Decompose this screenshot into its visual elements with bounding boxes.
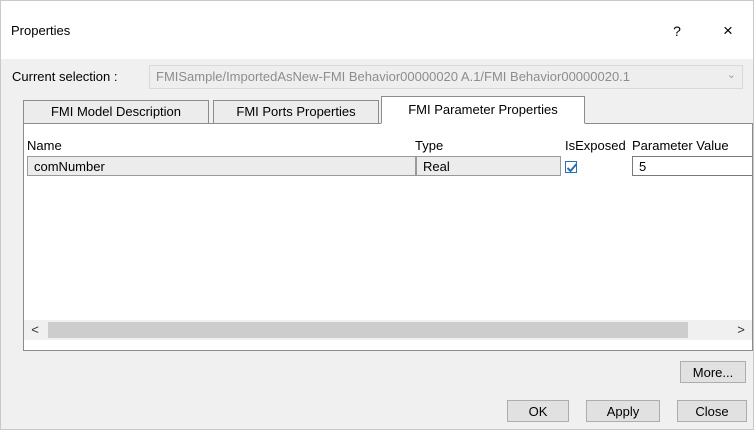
close-window-button[interactable]: × — [713, 19, 743, 43]
more-button[interactable]: More... — [680, 361, 746, 383]
tab-label: FMI Model Description — [50, 104, 182, 119]
properties-dialog: Properties ? × Current selection : FMISa… — [0, 0, 754, 430]
tab-fmi-model-description[interactable]: FMI Model Description — [23, 100, 209, 124]
horizontal-scrollbar[interactable]: < > — [24, 320, 752, 340]
parameter-table-panel: Name Type IsExposed Parameter Value comN… — [23, 123, 753, 351]
is-exposed-checkbox[interactable] — [565, 161, 578, 173]
apply-button[interactable]: Apply — [586, 400, 660, 422]
current-selection-value: FMISample/ImportedAsNew-FMI Behavior0000… — [156, 69, 631, 84]
tab-label: FMI Ports Properties — [236, 104, 356, 119]
ok-button[interactable]: OK — [507, 400, 569, 422]
scroll-right-icon[interactable]: > — [730, 320, 752, 340]
scrollbar-thumb[interactable] — [48, 322, 688, 338]
current-selection-label: Current selection : — [12, 69, 118, 84]
scroll-left-icon[interactable]: < — [24, 320, 46, 340]
help-button[interactable]: ? — [663, 19, 691, 43]
close-button[interactable]: Close — [677, 400, 747, 422]
tab-fmi-ports-properties[interactable]: FMI Ports Properties — [213, 100, 379, 124]
column-header-isexposed[interactable]: IsExposed — [565, 138, 626, 153]
column-header-name[interactable]: Name — [27, 138, 62, 153]
tab-fmi-parameter-properties[interactable]: FMI Parameter Properties — [381, 96, 585, 124]
parameter-value-input[interactable]: 5 — [632, 156, 752, 176]
name-cell[interactable]: comNumber — [27, 156, 416, 176]
column-header-parameter-value[interactable]: Parameter Value — [632, 138, 729, 153]
chevron-down-icon: ⌄ — [726, 69, 736, 81]
type-cell[interactable]: Real — [416, 156, 561, 176]
column-header-type[interactable]: Type — [415, 138, 443, 153]
tab-label: FMI Parameter Properties — [408, 102, 558, 117]
current-selection-combobox: FMISample/ImportedAsNew-FMI Behavior0000… — [149, 65, 743, 89]
title-bar: Properties ? × — [1, 1, 753, 59]
checkmark-icon — [566, 163, 578, 173]
window-title: Properties — [11, 23, 71, 38]
